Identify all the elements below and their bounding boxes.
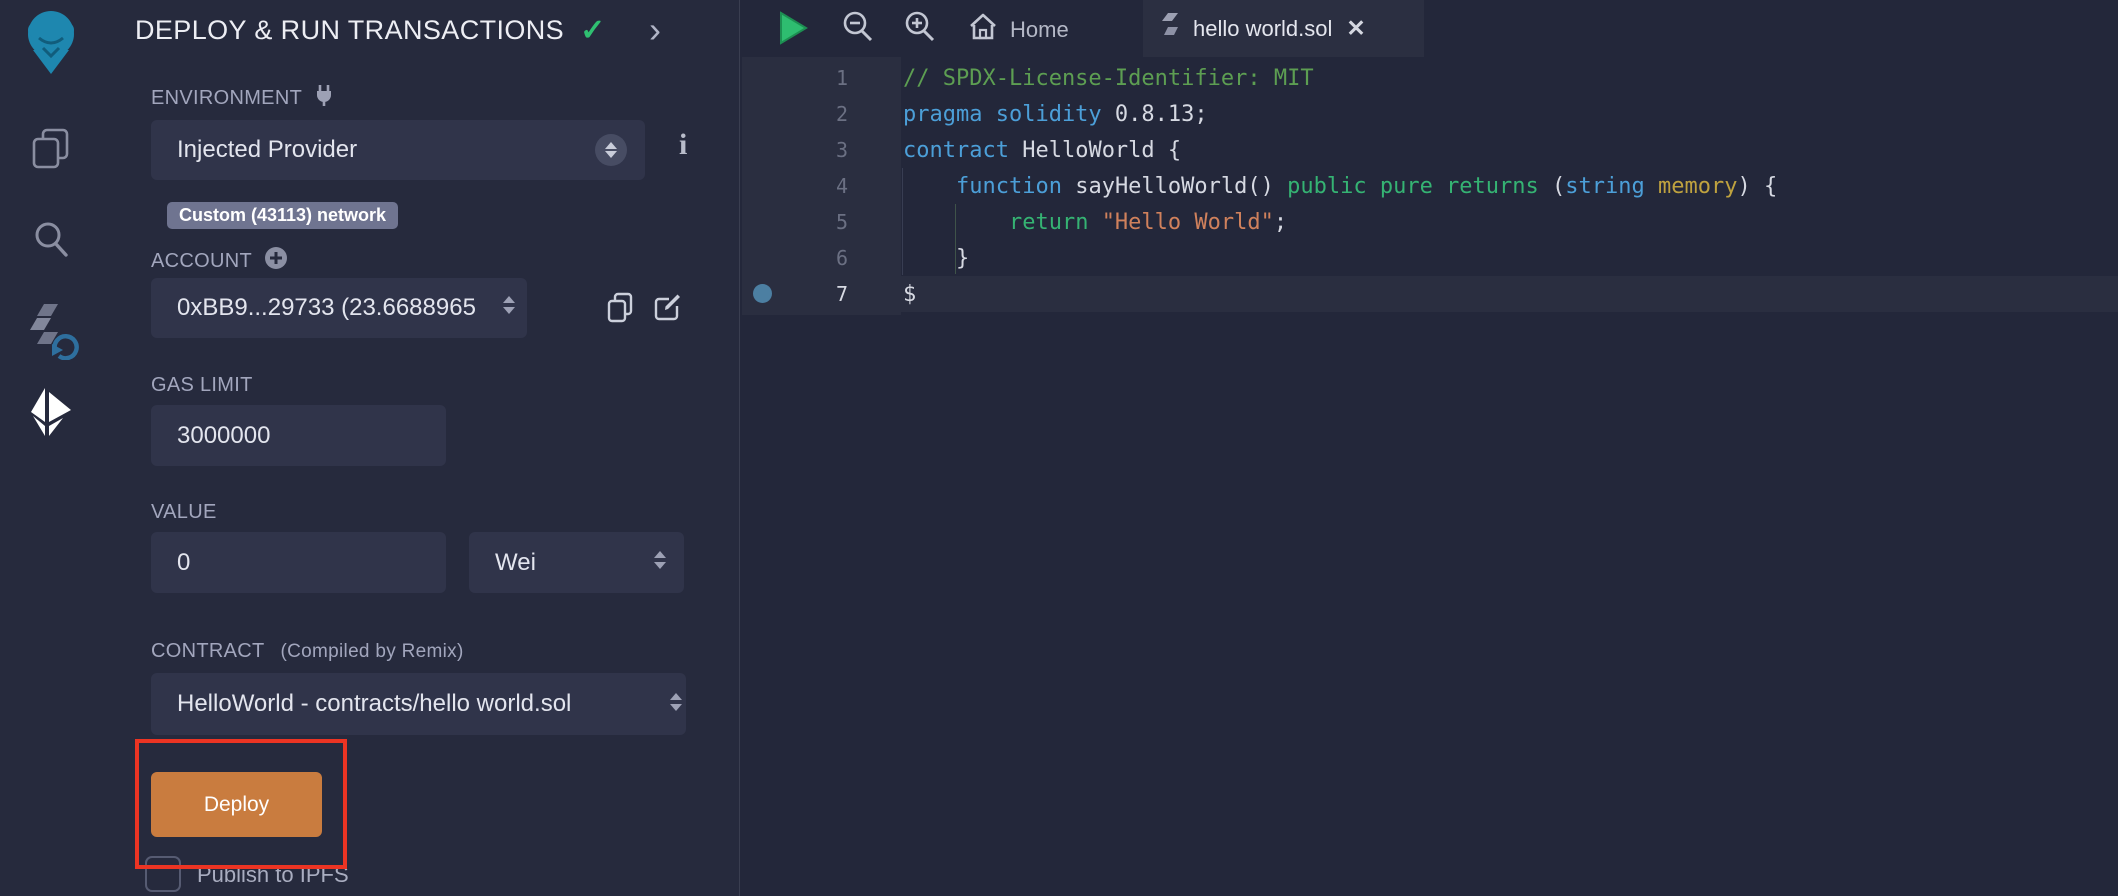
icon-sidebar (0, 0, 102, 896)
remix-logo-icon[interactable] (0, 8, 101, 74)
home-label: Home (1010, 17, 1069, 43)
value-label: VALUE (151, 501, 217, 524)
zoom-in-icon[interactable] (903, 10, 937, 49)
code-token: 0.8.13; (1115, 102, 1208, 127)
plug-icon (314, 84, 334, 112)
value-unit: Wei (469, 549, 536, 577)
add-account-icon[interactable] (264, 246, 288, 276)
code-token: string (1565, 174, 1644, 199)
code-text: contract HelloWorld { (903, 138, 1181, 163)
network-badge: Custom (43113) network (167, 202, 398, 229)
code-text: $ (903, 282, 916, 307)
deploy-button[interactable]: Deploy (151, 772, 322, 837)
chevron-updown-icon[interactable] (670, 693, 682, 711)
gas-limit-value: 3000000 (151, 422, 270, 450)
contract-sublabel: (Compiled by Remix) (281, 641, 464, 663)
environment-label: ENVIRONMENT (151, 87, 302, 110)
code-line[interactable]: 1 // SPDX-License-Identifier: MIT (740, 60, 2118, 96)
run-script-icon[interactable] (778, 11, 808, 50)
close-icon[interactable]: ✕ (1346, 15, 1365, 42)
home-icon (968, 12, 998, 47)
panel-header: DEPLOY & RUN TRANSACTIONS ✓ › (135, 8, 701, 52)
account-select[interactable]: 0xBB9...29733 (23.6688965 (151, 278, 527, 338)
account-value: 0xBB9...29733 (23.6688965 (151, 294, 476, 322)
code-token: // SPDX-License-Identifier: MIT (903, 66, 1314, 91)
code-text: // SPDX-License-Identifier: MIT (903, 66, 1314, 91)
code-lines: 1 // SPDX-License-Identifier: MIT 2 pragma … (740, 60, 2118, 312)
code-line[interactable]: 6 } (740, 240, 2118, 276)
value-unit-select[interactable]: Wei (469, 532, 684, 593)
code-token: contract (903, 138, 1022, 163)
info-icon[interactable]: i (679, 128, 687, 162)
line-number[interactable]: 6 (740, 246, 848, 270)
code-token (903, 174, 956, 199)
code-token: function (956, 174, 1075, 199)
contract-label-row: CONTRACT (Compiled by Remix) (151, 640, 464, 663)
account-label-row: ACCOUNT (151, 246, 288, 276)
line-number[interactable]: 3 (740, 138, 848, 162)
edit-account-icon[interactable] (653, 292, 683, 327)
gas-limit-label: GAS LIMIT (151, 374, 253, 397)
code-line[interactable]: 7$ (740, 276, 2118, 312)
publish-ipfs-checkbox[interactable] (145, 856, 181, 892)
code-token: } (903, 246, 969, 271)
contract-select[interactable]: HelloWorld - contracts/hello world.sol (151, 673, 686, 735)
code-token: sayHelloWorld() (1075, 174, 1287, 199)
solidity-compiler-icon[interactable] (0, 300, 101, 360)
contract-label: CONTRACT (151, 640, 265, 663)
environment-label-row: ENVIRONMENT (151, 84, 334, 112)
code-line[interactable]: 5 return "Hello World"; (740, 204, 2118, 240)
file-tab-label: hello world.sol (1193, 16, 1332, 42)
code-token: ) { (1738, 174, 1778, 199)
code-token: HelloWorld { (1022, 138, 1181, 163)
code-token: ; (1274, 210, 1287, 235)
check-icon: ✓ (580, 13, 605, 48)
chevron-updown-icon[interactable] (503, 296, 515, 314)
value-amount: 0 (151, 549, 190, 577)
remix-ide-window: DEPLOY & RUN TRANSACTIONS ✓ › ENVIRONMEN… (0, 0, 2118, 896)
code-token: "Hello World" (1102, 210, 1274, 235)
line-number[interactable]: 7 (740, 282, 848, 306)
code-text: return "Hello World"; (903, 210, 1287, 235)
file-explorer-icon[interactable] (0, 128, 101, 170)
deploy-run-panel: DEPLOY & RUN TRANSACTIONS ✓ › ENVIRONMEN… (101, 0, 740, 896)
solidity-file-icon (1161, 13, 1181, 44)
code-text: } (903, 246, 969, 271)
code-editor: Home hello world.sol ✕ 1 // SPDX-License-… (740, 0, 2118, 896)
code-text: pragma solidity 0.8.13; (903, 102, 1208, 127)
code-token: $ (903, 282, 916, 307)
collapse-chevron-icon[interactable]: › (649, 12, 661, 48)
code-token (903, 210, 1009, 235)
code-line[interactable]: 4 function sayHelloWorld() public pure r… (740, 168, 2118, 204)
code-token: memory (1658, 174, 1737, 199)
search-icon[interactable] (0, 220, 101, 258)
value-input[interactable]: 0 (151, 532, 446, 593)
line-number[interactable]: 4 (740, 174, 848, 198)
code-token: pragma solidity (903, 102, 1115, 127)
environment-select[interactable]: Injected Provider (151, 120, 645, 180)
file-tab[interactable]: hello world.sol ✕ (1143, 0, 1424, 57)
code-text: function sayHelloWorld() public pure ret… (903, 174, 1777, 199)
code-token: public pure returns (1287, 174, 1552, 199)
account-label: ACCOUNT (151, 250, 252, 273)
gas-limit-input[interactable]: 3000000 (151, 405, 446, 466)
line-number[interactable]: 2 (740, 102, 848, 126)
contract-value: HelloWorld - contracts/hello world.sol (151, 690, 571, 718)
code-line[interactable]: 3 contract HelloWorld { (740, 132, 2118, 168)
home-tab[interactable]: Home (968, 12, 1069, 47)
zoom-out-icon[interactable] (841, 10, 875, 49)
line-number[interactable]: 1 (740, 66, 848, 90)
code-line[interactable]: 2 pragma solidity 0.8.13; (740, 96, 2118, 132)
line-number[interactable]: 5 (740, 210, 848, 234)
copy-account-icon[interactable] (606, 292, 634, 329)
environment-value: Injected Provider (151, 136, 357, 164)
code-token: return (1009, 210, 1102, 235)
deploy-and-run-icon[interactable] (0, 388, 101, 436)
publish-ipfs-label: Publish to IPFS (197, 862, 349, 888)
code-token: ( (1552, 174, 1565, 199)
chevron-updown-icon[interactable] (595, 134, 627, 166)
code-token (1645, 174, 1658, 199)
chevron-updown-icon[interactable] (654, 551, 666, 569)
panel-title: DEPLOY & RUN TRANSACTIONS (135, 15, 564, 46)
